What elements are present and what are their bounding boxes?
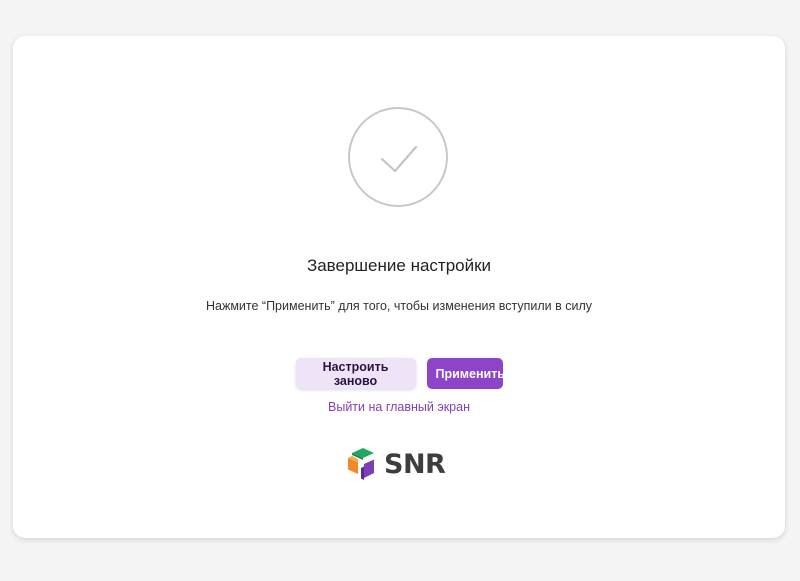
action-buttons: Настроить заново Применить xyxy=(13,358,785,389)
snr-logo-text: SNR xyxy=(384,448,446,480)
reconfigure-button[interactable]: Настроить заново xyxy=(295,358,416,389)
instruction-text: Нажмите “Применить” для того, чтобы изме… xyxy=(205,299,593,313)
exit-to-main-link[interactable]: Выйти на главный экран xyxy=(13,400,785,414)
apply-button[interactable]: Применить xyxy=(426,358,505,389)
setup-complete-card: Завершение настройки Нажмите “Применить”… xyxy=(13,36,785,538)
page-title: Завершение настройки xyxy=(306,256,492,275)
success-check-icon xyxy=(348,107,448,207)
snr-cube-logo-icon xyxy=(348,448,374,480)
check-icon xyxy=(380,145,418,173)
snr-logo: SNR xyxy=(346,446,446,482)
